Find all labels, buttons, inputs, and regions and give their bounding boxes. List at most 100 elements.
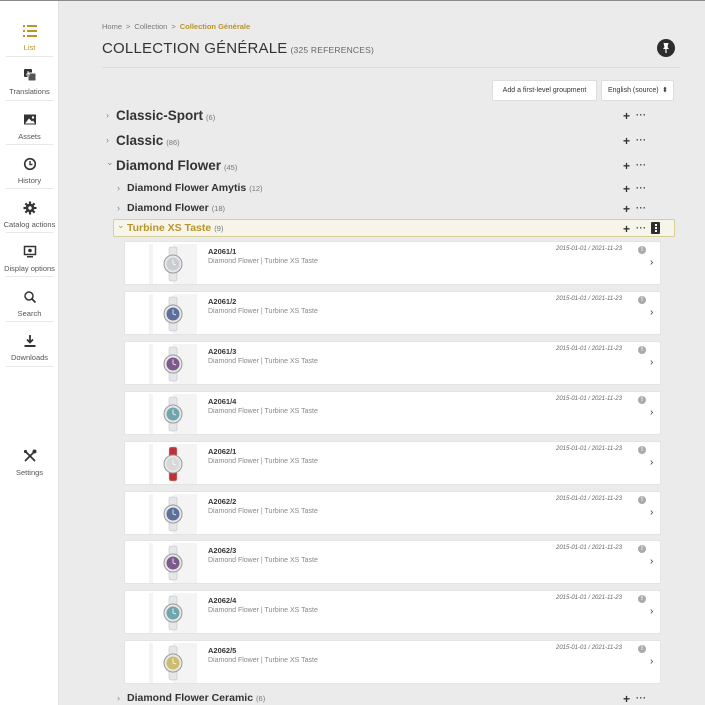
product-code: A2062/3 <box>208 546 237 555</box>
add-child-button[interactable]: + <box>623 693 630 705</box>
more-options-button[interactable]: ··· <box>636 224 647 233</box>
tree-row-classic[interactable]: › Classic (86) + ··· <box>60 132 705 150</box>
chevron-right-icon[interactable]: › <box>650 507 653 518</box>
pin-button[interactable] <box>657 39 675 57</box>
info-icon[interactable]: ! <box>638 396 646 404</box>
page-reference-count: (325 REFERENCES) <box>290 45 375 55</box>
product-card[interactable]: A2062/1 Diamond Flower | Turbine XS Taste… <box>124 441 661 485</box>
product-code: A2061/2 <box>208 297 237 306</box>
add-groupment-button[interactable]: Add a first-level groupment <box>492 80 597 101</box>
main-content: Home > Collection > Collection Générale COLL… <box>60 1 705 705</box>
chevron-right-icon[interactable]: › <box>117 183 120 193</box>
chevron-right-icon[interactable]: › <box>650 556 653 567</box>
chevron-right-icon[interactable]: › <box>106 110 109 120</box>
chevron-right-icon[interactable]: › <box>106 135 109 145</box>
watch-image <box>163 545 183 581</box>
language-select-value: English (source) <box>608 87 659 94</box>
tree-row-classic-sport[interactable]: › Classic-Sport (6) + ··· <box>60 107 705 125</box>
tree-row-name: Diamond Flower <box>127 202 209 214</box>
product-thumbnail <box>149 394 197 434</box>
breadcrumb-collection[interactable]: Collection <box>134 22 167 31</box>
chevron-right-icon[interactable]: › <box>650 407 653 418</box>
add-child-button[interactable]: + <box>623 203 630 215</box>
info-icon[interactable]: ! <box>638 346 646 354</box>
product-card[interactable]: A2062/2 Diamond Flower | Turbine XS Taste… <box>124 491 661 535</box>
add-child-button[interactable]: + <box>623 110 630 122</box>
watch-image <box>163 446 183 482</box>
chevron-right-icon[interactable]: › <box>650 457 653 468</box>
sidebar-item-list[interactable]: List <box>0 23 59 52</box>
more-options-button[interactable]: ··· <box>636 184 647 193</box>
tree-row-diamond-flower-amytis[interactable]: › Diamond Flower Amytis (12) + ··· <box>60 181 705 197</box>
chevron-down-icon[interactable]: ⌄ <box>106 157 114 168</box>
list-icon <box>22 25 37 37</box>
product-path: Diamond Flower | Turbine XS Taste <box>208 308 318 315</box>
product-path: Diamond Flower | Turbine XS Taste <box>208 508 318 515</box>
sidebar-item-search[interactable]: Search <box>0 289 59 318</box>
sidebar-item-assets[interactable]: Assets <box>0 112 59 141</box>
more-options-button[interactable]: ··· <box>636 161 647 170</box>
tree-row-label: Diamond Flower Ceramic (6) <box>127 692 265 704</box>
info-icon[interactable]: ! <box>638 246 646 254</box>
chevron-right-icon[interactable]: › <box>650 656 653 667</box>
tree-row-turbine-xs-taste[interactable]: ⌄ Turbine XS Taste (9) + ··· <box>60 220 705 237</box>
sidebar-item-downloads[interactable]: Downloads <box>0 333 59 362</box>
info-icon[interactable]: ! <box>638 595 646 603</box>
tree-row-diamond-flower-ceramic[interactable]: › Diamond Flower Ceramic (6) + ··· <box>60 691 705 705</box>
add-child-button[interactable]: + <box>623 135 630 147</box>
info-icon[interactable]: ! <box>638 296 646 304</box>
wrench-icon <box>23 449 36 462</box>
product-card[interactable]: A2061/4 Diamond Flower | Turbine XS Taste… <box>124 391 661 435</box>
chevron-right-icon[interactable]: › <box>650 307 653 318</box>
add-child-button[interactable]: + <box>623 183 630 195</box>
select-caret-icon: ⬍ <box>662 87 668 94</box>
breadcrumb-home[interactable]: Home <box>102 22 122 31</box>
search-icon <box>23 291 36 304</box>
more-options-button[interactable]: ··· <box>636 111 647 120</box>
add-child-button[interactable]: + <box>623 160 630 172</box>
add-child-button[interactable]: + <box>623 223 630 235</box>
sidebar-item-label: History <box>17 176 42 185</box>
tree-row-count: (6) <box>256 694 266 703</box>
sidebar-item-translations[interactable]: A Translations <box>0 67 59 96</box>
tree-row-label: Turbine XS Taste (9) <box>127 222 223 234</box>
sidebar-item-history[interactable]: History <box>0 156 59 185</box>
product-card[interactable]: A2062/3 Diamond Flower | Turbine XS Taste… <box>124 540 661 584</box>
pin-icon <box>663 43 669 53</box>
tree-row-diamond-flower-sub[interactable]: › Diamond Flower (18) + ··· <box>60 201 705 217</box>
display-icon <box>23 245 36 258</box>
info-icon[interactable]: ! <box>638 545 646 553</box>
chevron-right-icon[interactable]: › <box>650 606 653 617</box>
breadcrumb-current: Collection Générale <box>179 22 251 31</box>
chevron-right-icon[interactable]: › <box>650 357 653 368</box>
product-card[interactable]: A2061/1 Diamond Flower | Turbine XS Taste… <box>124 241 661 285</box>
more-options-button[interactable]: ··· <box>636 136 647 145</box>
info-icon[interactable]: ! <box>638 446 646 454</box>
translations-icon: A <box>23 69 36 82</box>
sidebar-item-settings[interactable]: Settings <box>0 448 59 477</box>
sidebar-item-label: List <box>23 43 36 52</box>
more-options-button[interactable]: ··· <box>636 204 647 213</box>
sidebar-item-catalog-actions[interactable]: Catalog actions <box>0 200 59 229</box>
sidebar-item-display-options[interactable]: Display options <box>0 244 59 273</box>
chevron-down-icon[interactable]: ⌄ <box>117 220 125 231</box>
more-options-button[interactable]: ··· <box>636 694 647 703</box>
tree-row-diamond-flower[interactable]: ⌄ Diamond Flower (45) + ··· <box>60 157 705 175</box>
product-card[interactable]: A2061/3 Diamond Flower | Turbine XS Taste… <box>124 341 661 385</box>
language-select[interactable]: English (source) ⬍ <box>601 80 674 101</box>
chevron-right-icon[interactable]: › <box>117 693 120 703</box>
chevron-right-icon[interactable]: › <box>650 257 653 268</box>
watch-image <box>163 595 183 631</box>
tree-row-count: (12) <box>249 184 263 193</box>
info-icon[interactable]: ! <box>638 645 646 653</box>
product-card[interactable]: A2062/5 Diamond Flower | Turbine XS Taste… <box>124 640 661 684</box>
info-icon[interactable]: ! <box>638 496 646 504</box>
product-path: Diamond Flower | Turbine XS Taste <box>208 557 318 564</box>
product-card[interactable]: A2062/4 Diamond Flower | Turbine XS Taste… <box>124 590 661 634</box>
sidebar: List A Translations Assets History Catal… <box>0 1 59 705</box>
divider <box>6 276 53 277</box>
chevron-right-icon[interactable]: › <box>117 203 120 213</box>
tree-row-label: Diamond Flower (45) <box>116 158 237 173</box>
row-menu-button[interactable] <box>651 222 660 234</box>
product-card[interactable]: A2061/2 Diamond Flower | Turbine XS Taste… <box>124 291 661 335</box>
